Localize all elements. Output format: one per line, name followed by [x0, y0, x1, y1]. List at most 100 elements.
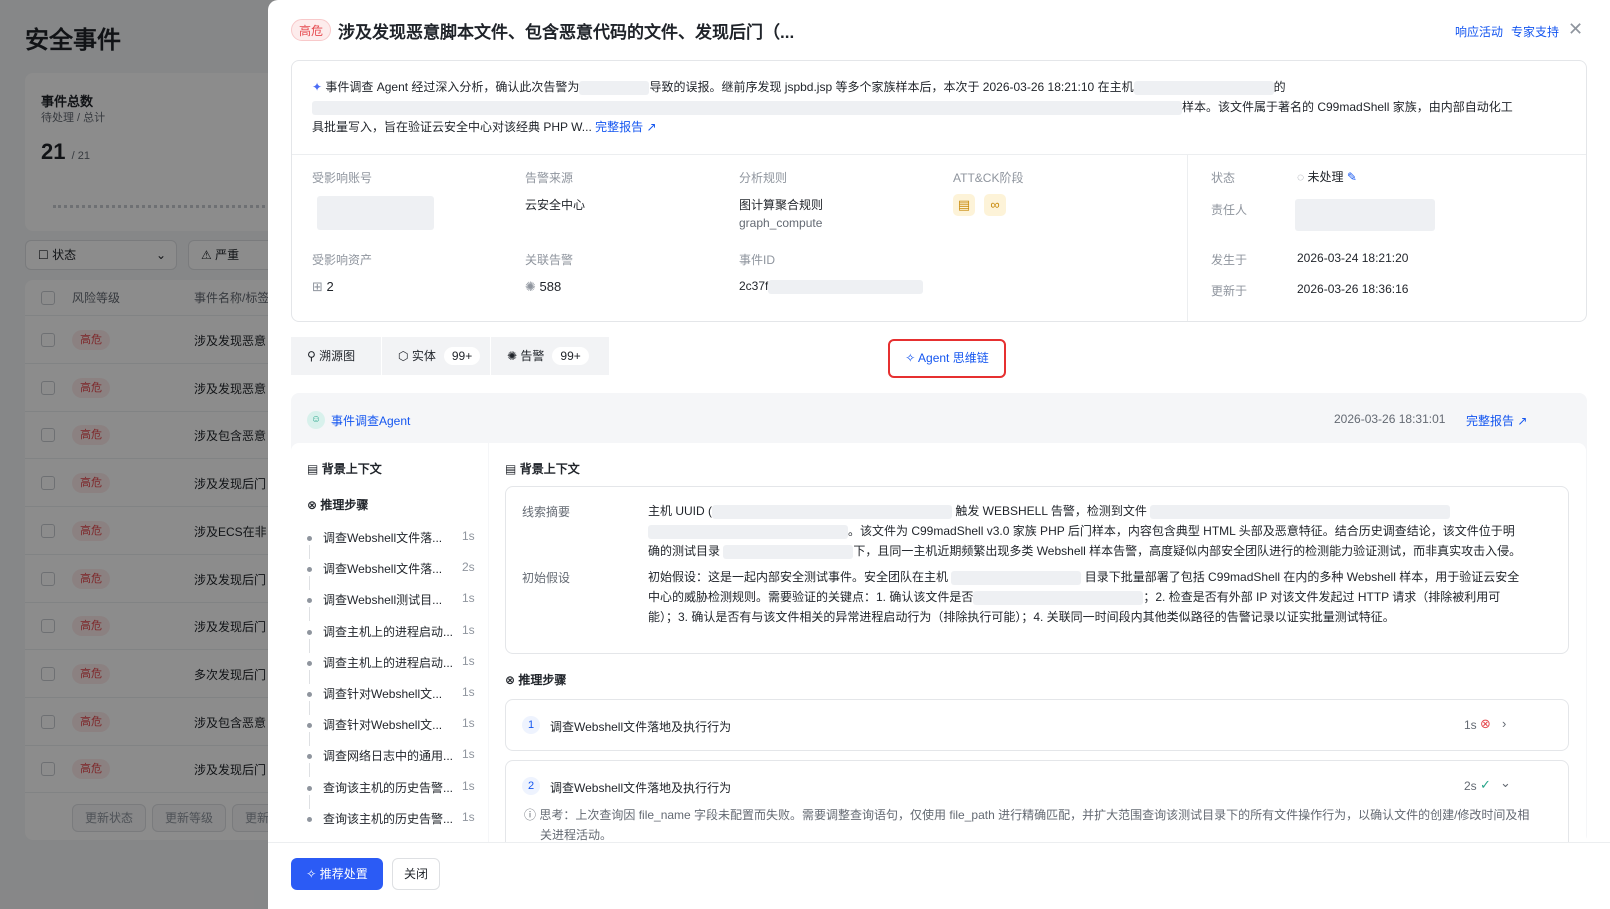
divider: [292, 154, 1586, 155]
divider: [1187, 154, 1188, 321]
agent-full-report-link[interactable]: 完整报告 ↗: [1466, 412, 1527, 429]
asset-label: 受影响资产: [312, 253, 373, 267]
tab-trace[interactable]: ⚲ 溯源图: [291, 337, 381, 375]
chevron-right-icon[interactable]: ›: [1502, 716, 1506, 731]
step-nav-duration: 1s: [462, 653, 475, 668]
clue-label: 线索摘要: [522, 505, 571, 519]
step-number: 2: [522, 777, 540, 795]
step-card-1[interactable]: 1 调查Webshell文件落地及执行行为 1s ⊗ ›: [505, 699, 1569, 751]
chevron-down-icon[interactable]: ⌄: [1500, 775, 1511, 791]
hypothesis-text: 初始假设：这是一起内部安全测试事件。安全团队在主机 目录下批量部署了包括 C99…: [648, 570, 1520, 624]
step-connector: [309, 732, 310, 747]
redacted-owner: [1295, 199, 1435, 231]
source-label: 告警来源: [525, 171, 574, 185]
summary-card: ✦ 事件调查 Agent 经过深入分析，确认此次告警为 导致的误报。继前序发现 j…: [291, 60, 1587, 322]
step-dot: [307, 567, 312, 573]
step-nav-title: 调查网络日志中的通用...: [323, 749, 454, 764]
step-dot: [307, 723, 312, 729]
step-nav-title: 调查主机上的进程启动...: [323, 624, 454, 639]
file-icon[interactable]: ▤: [953, 194, 975, 216]
tab-entity[interactable]: ⬡ 实体 99+: [382, 337, 490, 375]
clue-text: 主机 UUID ( 触发 WEBSHELL 告警，检测到文件 。该文件为 C99…: [648, 504, 1522, 559]
step-nav-duration: 2s: [462, 560, 475, 575]
infinity-icon[interactable]: ∞: [984, 194, 1006, 216]
steps-nav: ▤ 背景上下文 ⊗ 推理步骤 调查Webshell文件落... 1s 调查Websh…: [291, 443, 488, 843]
redacted: [312, 100, 1182, 115]
redacted: [579, 80, 650, 95]
sparkle-icon: ✧: [306, 867, 317, 881]
full-report-link[interactable]: 完整报告 ↗: [595, 120, 656, 134]
redacted: [768, 279, 924, 294]
agent-avatar: ☺: [307, 411, 325, 429]
step-connector: [309, 763, 310, 778]
nav-context[interactable]: ▤ 背景上下文: [307, 460, 382, 477]
graph-icon: ⚲: [307, 349, 316, 363]
step-nav-duration: 1s: [462, 591, 475, 606]
step-nav-item[interactable]: 调查针对Webshell文... 1s: [307, 716, 477, 736]
event-detail-drawer: 高危 涉及发现恶意脚本文件、包含恶意代码的文件、发现后门（... 响应活动 专家…: [268, 0, 1610, 909]
info-icon: ⓘ: [524, 808, 537, 822]
hypothesis-label: 初始假设: [522, 571, 571, 585]
status-value[interactable]: ◌ 未处理 ✎: [1297, 168, 1357, 185]
step-nav-title: 调查针对Webshell文...: [323, 718, 443, 733]
account-label: 受影响账号: [312, 171, 373, 185]
bug-icon: ✺: [525, 279, 536, 294]
step-nav-title: 查询该主机的历史告警...: [323, 811, 454, 826]
expert-support-link[interactable]: 专家支持: [1511, 23, 1559, 40]
step-connector: [309, 607, 310, 622]
asset-value: ⊞ 2: [312, 279, 334, 294]
agent-panel: ☺ 事件调查Agent 2026-03-26 18:31:01 完整报告 ↗ ▤…: [291, 393, 1587, 860]
respond-activity-link[interactable]: 响应活动: [1455, 23, 1503, 40]
occurred-value: 2026-03-24 18:21:20: [1297, 251, 1409, 265]
step-nav-duration: 1s: [462, 747, 475, 762]
alert-value[interactable]: ✺ 588: [525, 279, 561, 295]
step-dot: [307, 536, 312, 541]
recommend-action-button[interactable]: ✧ 推荐处置: [291, 858, 383, 890]
pending-icon: ◌: [1297, 170, 1305, 184]
step-dot: [307, 598, 312, 604]
grid-icon: ⊞: [312, 279, 323, 294]
close-button[interactable]: 关闭: [392, 858, 440, 890]
step-duration: 1s: [1464, 718, 1477, 732]
step-nav-item[interactable]: 调查Webshell测试目... 1s: [307, 591, 477, 611]
tab-alert[interactable]: ✺ 告警 99+: [491, 337, 609, 375]
step-nav-item[interactable]: 调查Webshell文件落... 2s: [307, 560, 477, 580]
step-nav-item[interactable]: 查询该主机的历史告警... 1s: [307, 810, 477, 830]
rule-value: 图计算聚合规则: [739, 198, 824, 212]
step-nav-duration: 1s: [462, 529, 475, 543]
step-nav-item[interactable]: 调查主机上的进程启动... 1s: [307, 623, 477, 643]
step-nav-duration: 1s: [462, 716, 475, 731]
tab-agent-chain[interactable]: ✧ Agent 思维链: [888, 339, 1006, 378]
rule-label: 分析规则: [739, 171, 788, 185]
step-title: 调查Webshell文件落地及执行行为: [550, 720, 732, 734]
agent-time: 2026-03-26 18:31:01: [1334, 412, 1446, 426]
step-nav-duration: 1s: [462, 809, 475, 824]
step-nav-item[interactable]: 调查网络日志中的通用... 1s: [307, 747, 477, 767]
sparkle-icon: ✧: [905, 351, 916, 365]
updated-value: 2026-03-26 18:36:16: [1297, 282, 1409, 296]
agent-name: 事件调查Agent: [331, 414, 411, 428]
step-nav-item[interactable]: 查询该主机的历史告警... 1s: [307, 779, 477, 799]
step-nav-title: 调查Webshell文件落...: [323, 562, 443, 577]
step-nav-item[interactable]: 调查主机上的进程启动... 1s: [307, 654, 477, 674]
edit-icon: ✎: [1346, 170, 1357, 184]
step-nav-duration: 1s: [462, 778, 475, 793]
status-label: 状态: [1211, 171, 1236, 185]
step-connector: [309, 576, 310, 591]
step-connector: [309, 638, 310, 653]
event-id-value: 2c37f: [739, 279, 924, 294]
step-dot: [307, 692, 312, 697]
step-nav-title: 调查Webshell文件落...: [323, 531, 443, 545]
attck-label: ATT&CK阶段: [953, 171, 1024, 185]
severity-badge: 高危: [291, 19, 332, 41]
context-box: 线索摘要 主机 UUID ( 触发 WEBSHELL 告警，检测到文件 。该文件…: [505, 486, 1569, 654]
step-nav-title: 查询该主机的历史告警...: [323, 780, 454, 795]
close-icon[interactable]: ✕: [1568, 19, 1583, 40]
step-dot: [307, 785, 312, 791]
step-connector: [309, 794, 310, 809]
nav-steps[interactable]: ⊗ 推理步骤: [307, 496, 368, 513]
step-nav-item[interactable]: 调查针对Webshell文... 1s: [307, 685, 477, 705]
step-nav-item[interactable]: 调查Webshell文件落... 1s: [307, 529, 477, 549]
step-number: 1: [522, 716, 540, 734]
step-nav-title: 调查针对Webshell文...: [323, 687, 443, 701]
